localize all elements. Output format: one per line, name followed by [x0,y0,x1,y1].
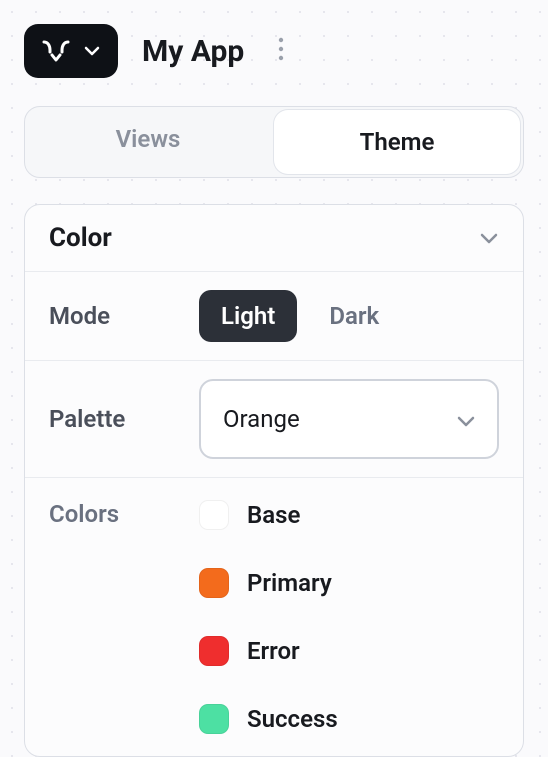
chevron-down-icon [479,229,499,248]
color-name: Primary [247,569,332,597]
color-item-error[interactable]: Error [199,636,338,666]
color-name: Base [247,501,300,529]
palette-select[interactable]: Orange [199,379,499,459]
app-header: My App [24,24,524,78]
color-name: Success [247,705,338,733]
color-panel: Color Mode Light Dark Palette Orange Col… [24,204,524,757]
color-section-header[interactable]: Color [25,205,523,272]
palette-selected-value: Orange [223,405,300,433]
chevron-down-icon [457,405,475,433]
palette-row: Palette Orange [25,361,523,478]
swatch-error [199,636,229,666]
mode-option-dark[interactable]: Dark [307,290,401,342]
more-menu-button[interactable] [272,31,290,71]
app-title: My App [142,34,244,69]
palette-label: Palette [49,405,199,433]
swatch-base [199,500,229,530]
mode-row: Mode Light Dark [25,272,523,361]
color-section-title: Color [49,223,112,253]
mode-label: Mode [49,302,199,330]
chevron-down-icon [84,46,100,56]
color-name: Error [247,637,300,665]
vertical-dots-icon [278,37,284,65]
colors-list: Base Primary Error Success [199,500,338,734]
color-item-base[interactable]: Base [199,500,338,530]
tab-views[interactable]: Views [25,107,271,177]
app-logo-icon [42,40,70,62]
colors-label: Colors [49,500,199,528]
tab-theme[interactable]: Theme [274,110,520,174]
mode-option-light[interactable]: Light [199,290,297,342]
colors-row: Colors Base Primary Error Success [25,478,523,756]
tabs: Views Theme [24,106,524,178]
swatch-primary [199,568,229,598]
color-item-success[interactable]: Success [199,704,338,734]
color-item-primary[interactable]: Primary [199,568,338,598]
app-selector-button[interactable] [24,24,118,78]
swatch-success [199,704,229,734]
mode-toggle: Light Dark [199,290,401,342]
